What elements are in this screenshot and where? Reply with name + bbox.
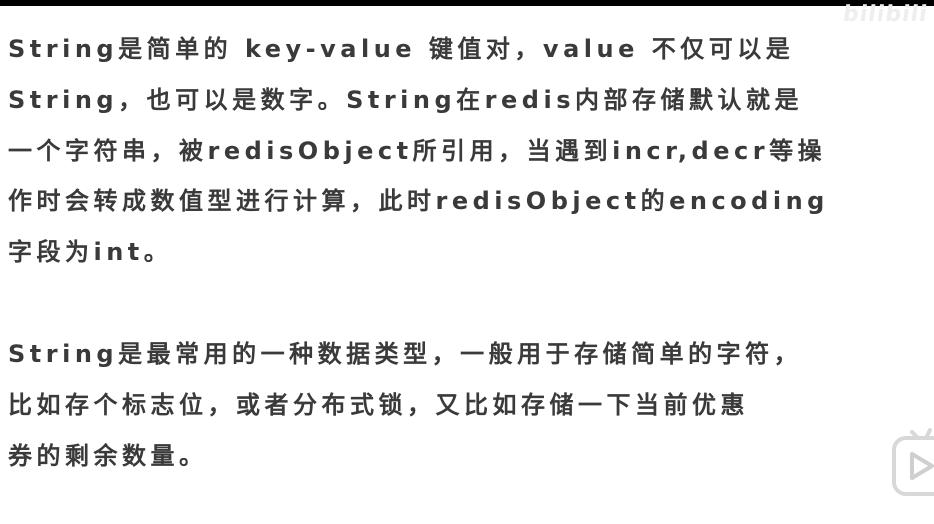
text-line: 券的剩余数量。 <box>8 441 208 470</box>
article-body: String是简单的 key-value 键值对，value 不仅可以是 Str… <box>8 24 928 481</box>
text-line: String，也可以是数字。String在redis内部存储默认就是 <box>8 85 803 114</box>
text-line: 作时会转成数值型进行计算，此时redisObject的encoding <box>8 187 829 216</box>
text-line: 字段为int。 <box>8 238 173 267</box>
video-top-bar <box>0 0 934 6</box>
paragraph-string-intro: String是简单的 key-value 键值对，value 不仅可以是 Str… <box>8 24 928 278</box>
text-line: String是简单的 key-value 键值对，value 不仅可以是 <box>8 35 795 63</box>
play-icon[interactable] <box>890 426 934 498</box>
paragraph-string-usage: String是最常用的一种数据类型，一般用于存储简单的字符， 比如存个标志位，或… <box>8 329 928 481</box>
text-line: 一个字符串，被redisObject所引用，当遇到incr,decr等操 <box>8 136 827 165</box>
text-line: 比如存个标志位，或者分布式锁，又比如存储一下当前优惠 <box>8 390 749 419</box>
text-line: String是最常用的一种数据类型，一般用于存储简单的字符， <box>8 339 803 368</box>
